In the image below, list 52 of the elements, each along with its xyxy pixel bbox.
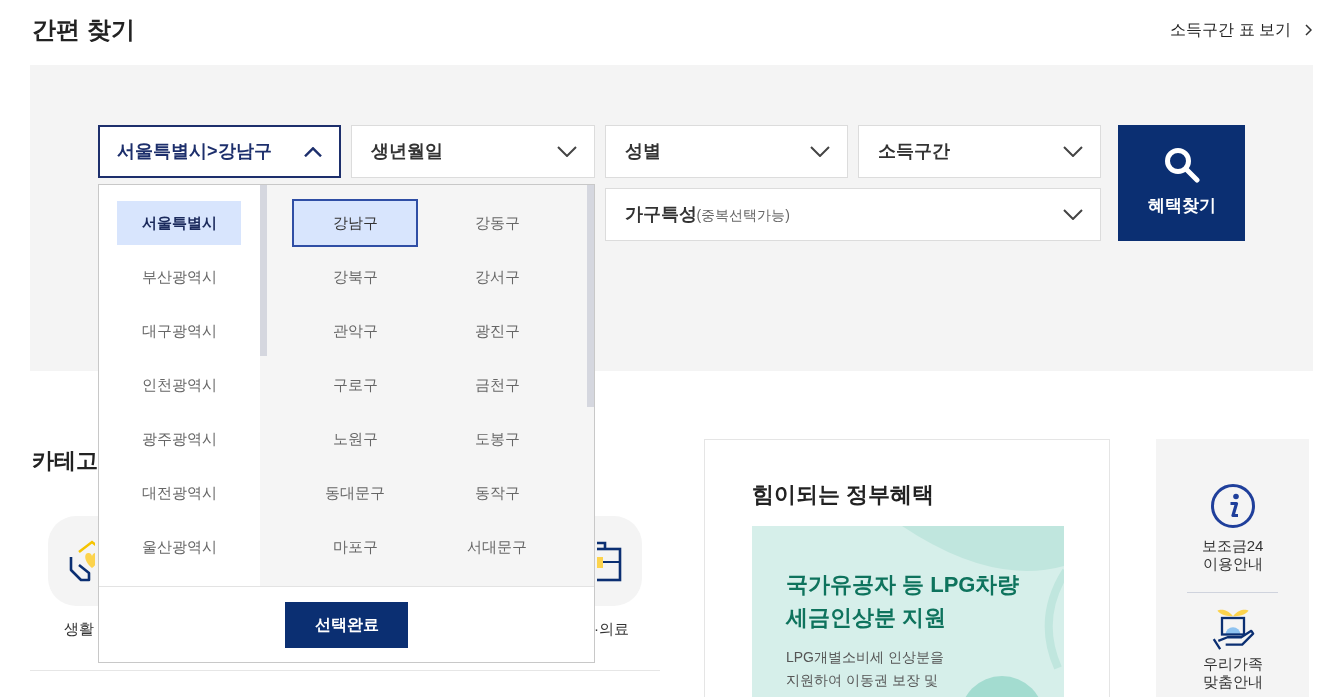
scrollbar[interactable] [587, 185, 594, 407]
category-label: ·의료 [593, 619, 630, 639]
province-option[interactable]: 부산광역시 [117, 255, 241, 299]
chevron-down-icon [1063, 209, 1083, 220]
filter-select[interactable]: 소득구간 [857, 125, 1101, 178]
district-option[interactable]: 관악구 [292, 307, 418, 355]
district-option[interactable]: 노원구 [292, 415, 418, 463]
filter-select[interactable]: 성별 [604, 125, 848, 178]
income-table-link[interactable]: 소득구간 표 보기 [1170, 17, 1312, 42]
promo-banner[interactable]: 국가유공자 등 LPG차량 세금인상분 지원 LPG개별소비세 인상분을 지원하여 이동권 보장 및 [752, 526, 1064, 697]
province-option[interactable]: 대전광역시 [117, 471, 241, 515]
district-option[interactable]: 동작구 [434, 469, 560, 517]
chevron-right-icon [1305, 23, 1312, 36]
district-option[interactable]: 도봉구 [434, 415, 560, 463]
card-title: 힘이되는 정부혜택 [752, 481, 936, 509]
province-option[interactable]: 인천광역시 [117, 363, 241, 407]
province-option[interactable]: 울산광역시 [117, 525, 241, 569]
district-option[interactable]: 구로구 [292, 361, 418, 409]
info-icon [1210, 484, 1255, 528]
district-option[interactable]: 강북구 [292, 253, 418, 301]
province-option[interactable]: 광주광역시 [117, 417, 241, 461]
district-option[interactable]: 마포구 [292, 523, 418, 571]
confirm-button[interactable]: 선택완료 [285, 602, 408, 648]
section-heading: 카테고 [31, 447, 98, 474]
banner-description: LPG개별소비세 인상분을 지원하여 이동권 보장 및 [786, 648, 944, 690]
district-option[interactable]: 강서구 [434, 253, 560, 301]
chevron-down-icon [556, 146, 577, 157]
gift-hand-icon [1210, 607, 1255, 651]
category-label: 생활 [63, 619, 95, 639]
caret-up-icon [304, 146, 323, 157]
chevron-down-icon [1063, 146, 1083, 157]
page-title: 간편 찾기 [32, 14, 135, 45]
district-option[interactable]: 서대문구 [434, 523, 560, 571]
hands-heart-icon [69, 540, 95, 582]
search-button[interactable]: 혜택찾기 [1118, 125, 1245, 241]
side-menu-link[interactable]: 보조금24 이용안내 [1201, 484, 1264, 573]
search-icon [1163, 147, 1200, 184]
district-option[interactable]: 강남구 [292, 199, 418, 247]
briefcase-icon [597, 540, 622, 582]
side-menu-link[interactable]: 우리가족 맞춤안내 [1202, 607, 1263, 691]
province-option[interactable]: 서울특별시 [117, 201, 241, 245]
filter-select[interactable]: 서울특별시>강남구 [98, 125, 342, 178]
scrollbar[interactable] [260, 185, 267, 356]
banner-headline: 국가유공자 등 LPG차량 세금인상분 지원 [786, 571, 1020, 632]
chevron-down-icon [809, 146, 830, 157]
filter-select[interactable]: 생년월일 [351, 125, 595, 178]
district-option[interactable]: 금천구 [434, 361, 560, 409]
filter-select[interactable]: 가구특성(중복선택가능) [604, 188, 1101, 241]
district-option[interactable]: 광진구 [434, 307, 560, 355]
district-option[interactable]: 동대문구 [292, 469, 418, 517]
district-option[interactable]: 강동구 [434, 199, 560, 247]
province-option[interactable]: 대구광역시 [117, 309, 241, 353]
